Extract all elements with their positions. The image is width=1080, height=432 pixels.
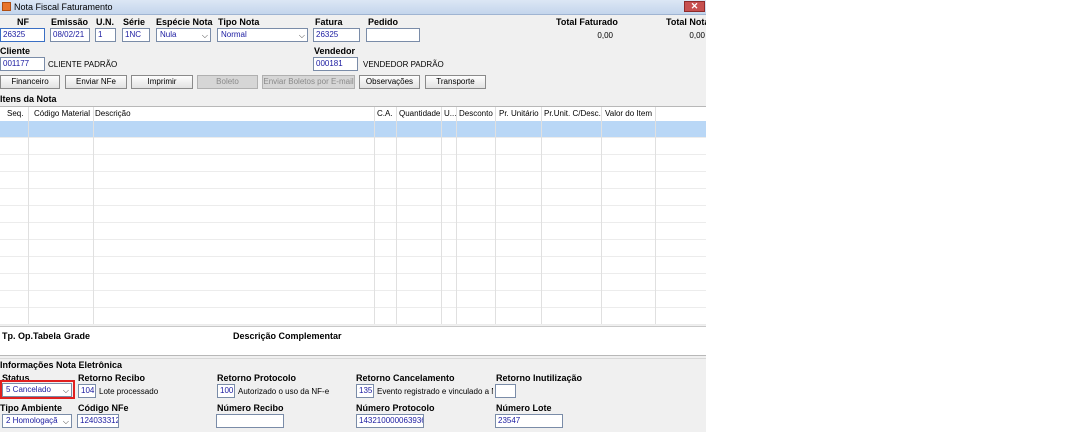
- especie-value: Nula: [160, 30, 177, 39]
- tipo-ambiente-value: 2 Homologaçã: [6, 416, 58, 425]
- col-seq[interactable]: Seq.: [7, 109, 23, 118]
- column-divider: [93, 107, 94, 324]
- boleto-button[interactable]: Boleto: [197, 75, 258, 89]
- retorno-recibo-label: Retorno Recibo: [78, 373, 146, 383]
- tipo-nota-value: Normal: [221, 30, 247, 39]
- chevron-down-icon: ⌵: [62, 417, 69, 426]
- col-pr-unit-desc[interactable]: Pr.Unit. C/Desc.: [544, 109, 601, 118]
- window-title: Nota Fiscal Faturamento: [14, 2, 113, 12]
- col-desconto[interactable]: Desconto: [459, 109, 493, 118]
- complementar-grid[interactable]: Tp. Op. Tabela Grade Descrição Complemen…: [0, 326, 706, 355]
- col-valor-item[interactable]: Valor do Item: [605, 109, 652, 118]
- total-nota-label: Total Nota: [666, 17, 706, 27]
- column-divider: [456, 107, 457, 324]
- close-button[interactable]: ✕: [684, 1, 705, 12]
- serie-input[interactable]: 1NC: [122, 28, 150, 42]
- col-ca[interactable]: C.A.: [377, 109, 393, 118]
- grade-header: Grade: [64, 331, 91, 341]
- column-divider: [495, 107, 496, 324]
- status-value: 5 Cancelado: [6, 385, 51, 394]
- col-codigo-material[interactable]: Código Material: [34, 109, 90, 118]
- un-label: U.N.: [96, 17, 114, 27]
- tipo-ambiente-select[interactable]: 2 Homologaçã ⌵: [2, 414, 72, 428]
- fatura-label: Fatura: [315, 17, 343, 27]
- chevron-down-icon: ⌵: [298, 31, 305, 40]
- total-faturado-value: 0,00: [597, 31, 613, 40]
- retorno-cancelamento-label: Retorno Cancelamento: [356, 373, 455, 383]
- numero-recibo-input[interactable]: [216, 414, 284, 428]
- pedido-label: Pedido: [368, 17, 399, 27]
- itens-grid[interactable]: Seq. Código Material Descrição C.A. Quan…: [0, 106, 706, 325]
- tabela-header: Tabela: [33, 331, 61, 341]
- total-faturado-label: Total Faturado: [556, 17, 618, 27]
- imprimir-button[interactable]: Imprimir: [131, 75, 193, 89]
- vendedor-code-input[interactable]: 000181: [313, 57, 358, 71]
- col-quantidade[interactable]: Quantidade: [399, 109, 440, 118]
- tipo-nota-select[interactable]: Normal ⌵: [217, 28, 308, 42]
- retorno-inutilizacao-input[interactable]: [495, 384, 516, 398]
- tipo-nota-label: Tipo Nota: [218, 17, 260, 27]
- transporte-button[interactable]: Transporte: [425, 75, 486, 89]
- total-nota-value: 0,00: [689, 31, 705, 40]
- retorno-cancelamento-text: Evento registrado e vinculado a N: [377, 387, 493, 396]
- nf-label: NF: [17, 17, 29, 27]
- enviar-nfe-button[interactable]: Enviar NFe: [65, 75, 127, 89]
- column-divider: [374, 107, 375, 324]
- nota-fiscal-window: Nota Fiscal Faturamento ✕ NF Emissão U.N…: [0, 0, 706, 432]
- nf-input[interactable]: 26325: [0, 28, 45, 42]
- serie-label: Série: [123, 17, 146, 27]
- itens-section-label: Itens da Nota: [0, 94, 57, 104]
- retorno-protocolo-label: Retorno Protocolo: [217, 373, 296, 383]
- title-bar: Nota Fiscal Faturamento ✕: [0, 0, 706, 15]
- column-divider: [541, 107, 542, 324]
- col-unidade[interactable]: U...: [444, 109, 456, 118]
- cliente-code-input[interactable]: 001177: [0, 57, 45, 71]
- retorno-recibo-code[interactable]: 104: [78, 384, 96, 398]
- retorno-protocolo-text: Autorizado o uso da NF-e: [238, 387, 330, 396]
- col-descricao[interactable]: Descrição: [95, 109, 131, 118]
- cliente-name: CLIENTE PADRÃO: [48, 60, 118, 69]
- pedido-input[interactable]: [366, 28, 420, 42]
- numero-lote-input[interactable]: 23547: [495, 414, 563, 428]
- especie-label: Espécie Nota: [156, 17, 213, 27]
- codigo-nfe-label: Código NFe: [78, 403, 129, 413]
- column-divider: [601, 107, 602, 324]
- retorno-cancelamento-code[interactable]: 135: [356, 384, 374, 398]
- chevron-down-icon: ⌵: [201, 31, 208, 40]
- enviar-boletos-button[interactable]: Enviar Boletos por E-mail: [262, 75, 355, 89]
- retorno-protocolo-code[interactable]: 100: [217, 384, 235, 398]
- tipo-ambiente-label: Tipo Ambiente: [0, 403, 63, 413]
- column-divider: [441, 107, 442, 324]
- fatura-input[interactable]: 26325: [313, 28, 360, 42]
- financeiro-button[interactable]: Financeiro: [0, 75, 60, 89]
- especie-select[interactable]: Nula ⌵: [156, 28, 211, 42]
- column-divider: [28, 107, 29, 324]
- numero-lote-label: Número Lote: [496, 403, 552, 413]
- section-divider: [0, 358, 706, 359]
- chevron-down-icon: ⌵: [62, 386, 69, 395]
- retorno-inutilizacao-label: Retorno Inutilização: [496, 373, 583, 383]
- tp-op-header: Tp. Op.: [2, 331, 33, 341]
- col-pr-unitario[interactable]: Pr. Unitário: [499, 109, 539, 118]
- app-icon: [2, 2, 11, 11]
- status-select[interactable]: 5 Cancelado ⌵: [2, 383, 72, 397]
- numero-protocolo-label: Número Protocolo: [356, 403, 435, 413]
- emissao-input[interactable]: 08/02/21: [50, 28, 90, 42]
- descricao-complementar-header: Descrição Complementar: [233, 331, 342, 341]
- column-divider: [396, 107, 397, 324]
- numero-recibo-label: Número Recibo: [217, 403, 284, 413]
- section-divider: [0, 355, 706, 356]
- nfe-section-label: Informações Nota Eletrônica: [0, 360, 123, 370]
- numero-protocolo-input[interactable]: 143210000063936: [356, 414, 424, 428]
- vendedor-name: VENDEDOR PADRÃO: [363, 60, 444, 69]
- codigo-nfe-input[interactable]: 124033312: [77, 414, 119, 428]
- un-input[interactable]: 1: [95, 28, 116, 42]
- cliente-label: Cliente: [0, 46, 31, 56]
- observacoes-button[interactable]: Observações: [359, 75, 420, 89]
- emissao-label: Emissão: [51, 17, 89, 27]
- vendedor-label: Vendedor: [314, 46, 356, 56]
- column-divider: [655, 107, 656, 324]
- retorno-recibo-text: Lote processado: [99, 387, 159, 396]
